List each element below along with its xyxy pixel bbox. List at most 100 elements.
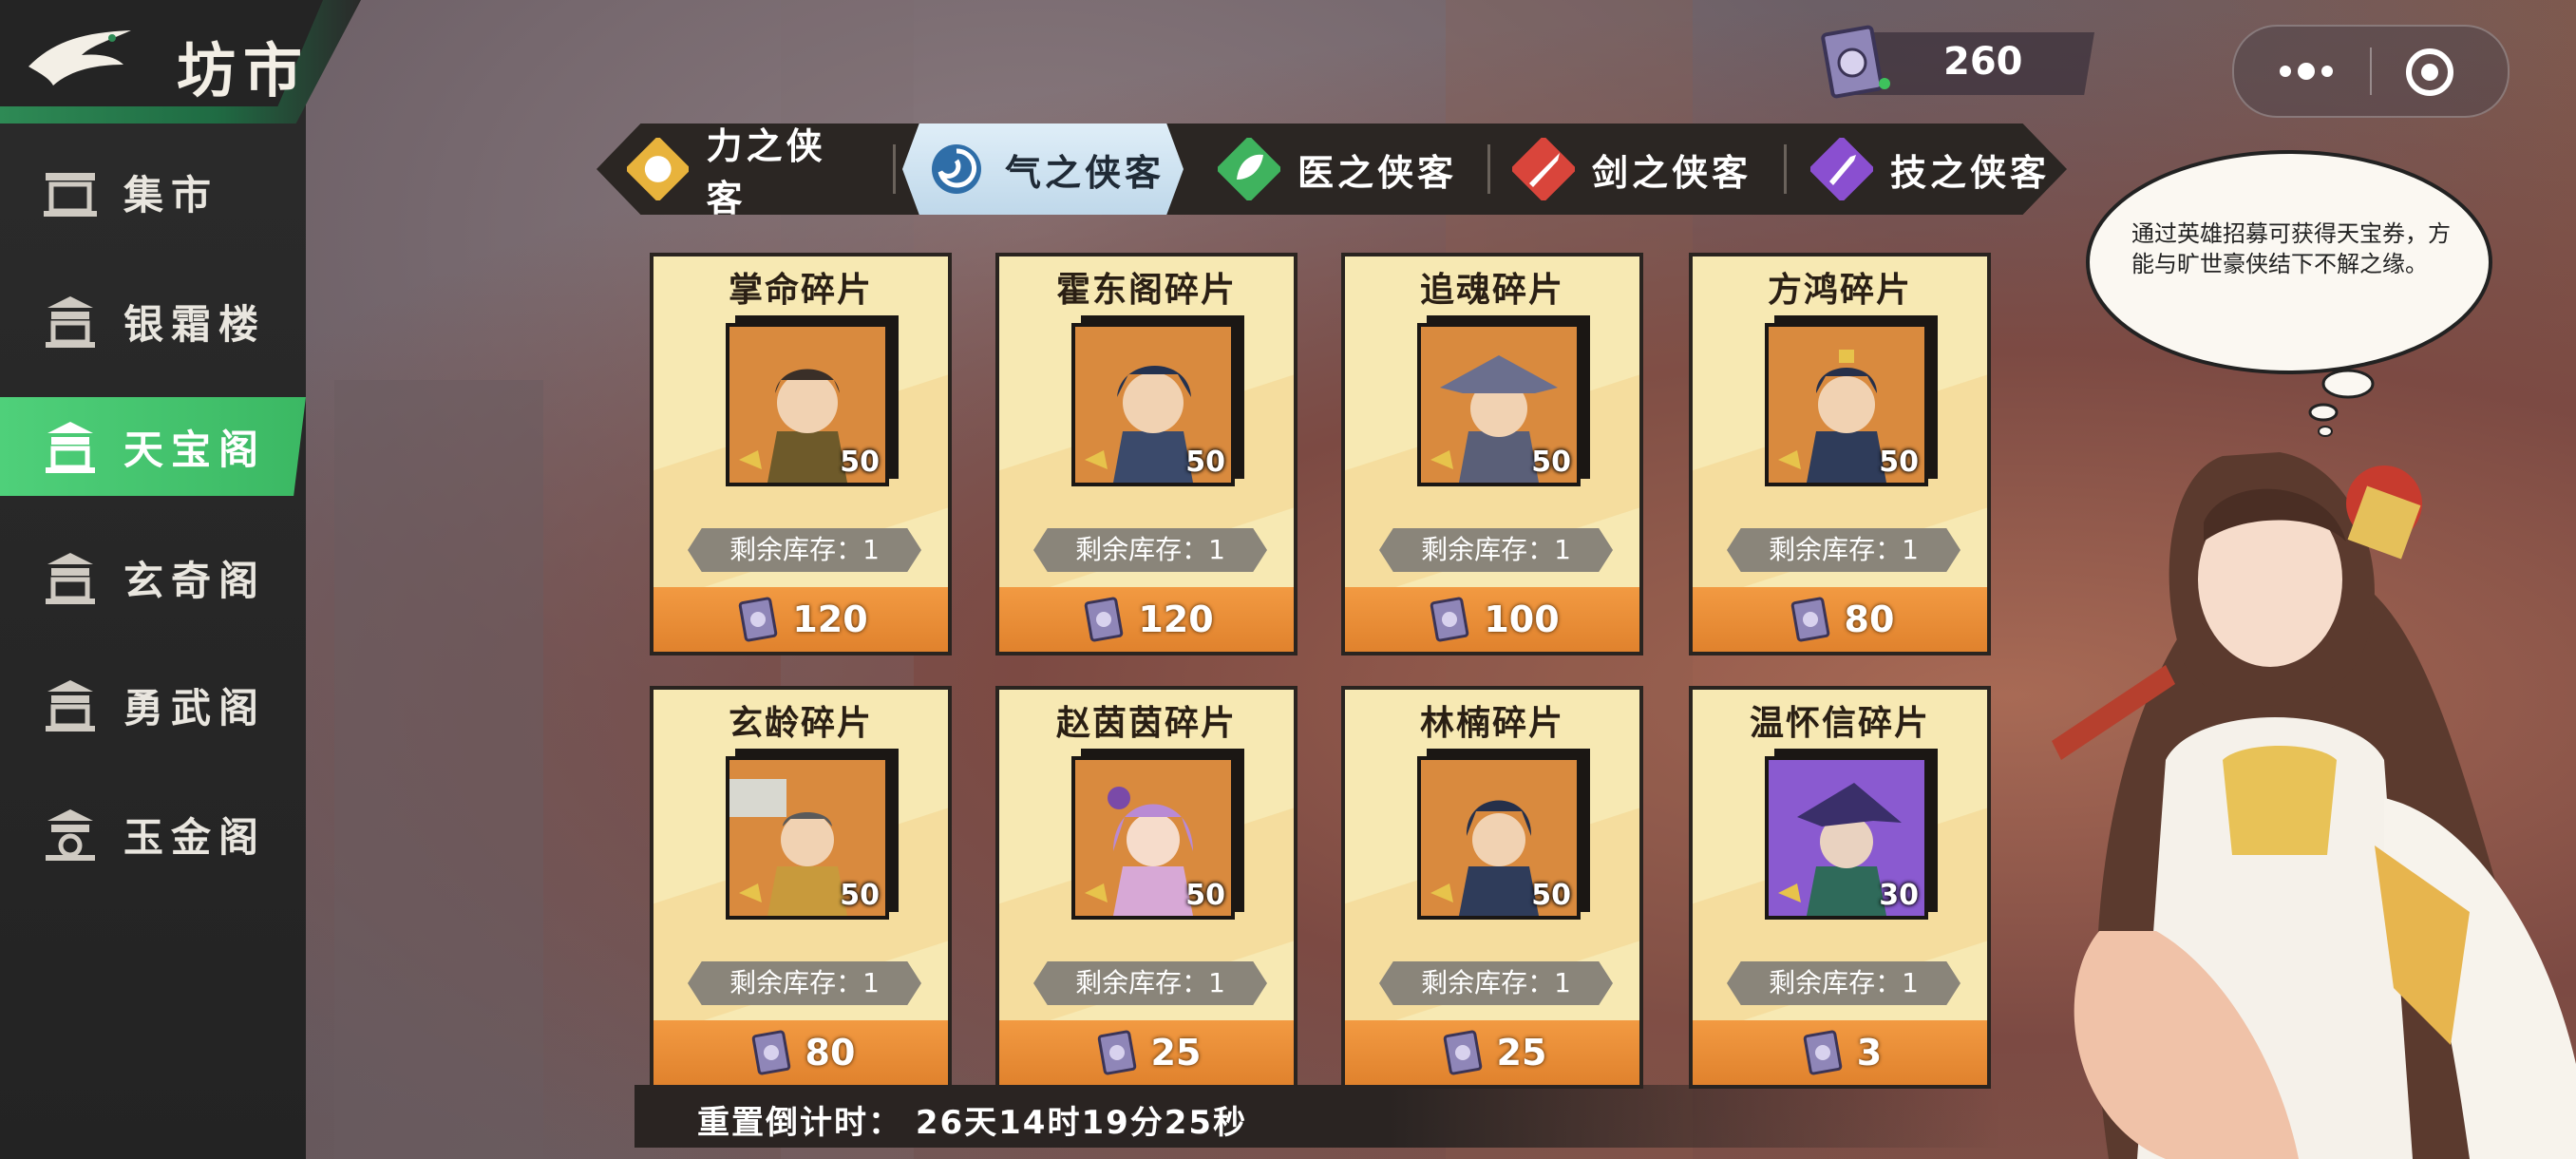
ticket-currency-icon: [1097, 1030, 1136, 1075]
item-name: 玄龄碎片: [728, 704, 873, 743]
hero-portrait: 50: [726, 756, 889, 920]
hero-portrait: 50: [726, 323, 889, 486]
ticket-currency-icon: [1803, 1030, 1843, 1075]
item-name: 林楠碎片: [1419, 704, 1564, 743]
stock-badge: 剩余库存：1: [1379, 961, 1613, 1005]
sidebar-item-label: 玄奇阁: [123, 557, 267, 604]
sidebar-item-label: 玉金阁: [123, 813, 267, 861]
swirl-icon: [932, 144, 981, 194]
fist-icon: [627, 138, 690, 200]
pavilion-icon: [46, 296, 95, 348]
fragment-quantity: 50: [1185, 879, 1225, 912]
leaf-icon: [1218, 138, 1280, 200]
tab-label: 力之侠客: [706, 125, 826, 219]
sidebar-item-label: 勇武阁: [123, 684, 267, 732]
pavilion-icon: [46, 809, 95, 861]
stock-badge: 剩余库存：1: [1379, 528, 1613, 572]
item-name: 掌命碎片: [728, 271, 873, 310]
item-price: 80: [805, 1032, 856, 1074]
stock-badge: 剩余库存：1: [1727, 528, 1960, 572]
item-price: 3: [1856, 1032, 1883, 1074]
tab-label: 技之侠客: [1890, 151, 2051, 194]
treasure-hall-icon: [46, 422, 95, 473]
shopkeeper-character: [2052, 452, 2576, 1159]
sidebar-item-market[interactable]: 集市: [0, 142, 306, 241]
fragment-quantity: 50: [840, 446, 880, 479]
currency-value: 260: [1943, 40, 2023, 84]
stock-badge: 剩余库存：1: [1033, 528, 1267, 572]
shop-item-card[interactable]: 林楠碎片 50 剩余库存：1 25: [1341, 686, 1643, 1089]
tab-label: 剑之侠客: [1592, 151, 1752, 194]
stock-badge: 剩余库存：1: [1727, 961, 1960, 1005]
shop-item-card[interactable]: 追魂碎片 50 剩余库存：1 100: [1341, 253, 1643, 656]
stock-badge: 剩余库存：1: [688, 528, 921, 572]
pavilion-icon: [46, 680, 95, 732]
stock-badge: 剩余库存：1: [688, 961, 921, 1005]
stock-badge: 剩余库存：1: [1033, 961, 1267, 1005]
item-name: 霍东阁碎片: [1055, 271, 1237, 310]
sidebar-item-yongwu[interactable]: 勇武阁: [0, 656, 306, 754]
item-price: 100: [1484, 598, 1560, 640]
shop-item-card[interactable]: 掌命碎片 50 剩余库存：1 120: [650, 253, 952, 656]
hero-portrait: 50: [1417, 323, 1581, 486]
ticket-currency-icon: [751, 1030, 790, 1075]
sidebar-item-label: 集市: [123, 171, 219, 218]
ticket-currency-icon: [739, 597, 778, 642]
sidebar-item-label: 天宝阁: [123, 426, 267, 473]
close-target-icon[interactable]: [2403, 46, 2456, 99]
price-row: 25: [999, 1026, 1294, 1079]
ticket-currency-icon: [1821, 25, 1890, 99]
reset-countdown: 重置倒计时： 26天14时19分25秒: [697, 1104, 1248, 1142]
fragment-quantity: 50: [840, 879, 880, 912]
page-title: 坊市: [177, 36, 311, 105]
ticket-currency-icon: [1430, 597, 1469, 642]
fragment-quantity: 50: [1531, 446, 1571, 479]
hero-portrait: 50: [1071, 323, 1235, 486]
sword-icon: [1512, 138, 1575, 200]
ticket-currency-icon: [1085, 597, 1124, 642]
sidebar-item-yujin[interactable]: 玉金阁: [0, 785, 306, 884]
tab-strength[interactable]: 力之侠客: [627, 124, 864, 219]
sidebar-item-label: 银霜楼: [123, 300, 267, 348]
hero-portrait: 50: [1765, 323, 1928, 486]
item-price: 120: [1138, 598, 1214, 640]
tab-sword[interactable]: 剑之侠客: [1512, 124, 1759, 215]
price-row: 120: [999, 593, 1294, 646]
speech-bubble: [2086, 150, 2492, 437]
sidebar-item-tianbao[interactable]: 天宝阁: [0, 397, 306, 496]
shop-item-card[interactable]: 赵茵茵碎片 50 剩余库存：1 25: [995, 686, 1297, 1089]
tab-medicine[interactable]: 医之侠客: [1218, 124, 1465, 215]
mini-program-capsule: [2232, 25, 2510, 118]
crane-logo-icon: [28, 30, 131, 86]
item-price: 120: [792, 598, 868, 640]
pavilion-icon: [46, 553, 95, 604]
tab-qi[interactable]: 气之侠客: [902, 124, 1184, 215]
tab-technique[interactable]: 技之侠客: [1810, 124, 2057, 215]
item-name: 赵茵茵碎片: [1055, 704, 1237, 743]
hero-portrait: 50: [1417, 756, 1581, 920]
fragment-quantity: 50: [1879, 446, 1919, 479]
ticket-currency-icon: [1443, 1030, 1482, 1075]
sidebar-item-xuanqi[interactable]: 玄奇阁: [0, 528, 306, 627]
market-stall-icon: [44, 173, 97, 217]
price-row: 120: [653, 593, 948, 646]
more-options-icon[interactable]: [2268, 48, 2344, 95]
fragment-quantity: 30: [1879, 879, 1919, 912]
fragment-quantity: 50: [1185, 446, 1225, 479]
tab-label: 医之侠客: [1297, 151, 1458, 194]
sidebar-item-yinshuang[interactable]: 银霜楼: [0, 272, 306, 370]
shop-item-card[interactable]: 玄龄碎片 50 剩余库存：1 80: [650, 686, 952, 1089]
fragment-quantity: 50: [1531, 879, 1571, 912]
price-row: 25: [1345, 1026, 1639, 1079]
npc-dialogue: 通过英雄招募可获得天宝券，方能与旷世豪侠结下不解之缘。: [2131, 220, 2451, 277]
hero-portrait: 50: [1071, 756, 1235, 920]
tab-label: 气之侠客: [1005, 151, 1165, 194]
item-name: 方鸿碎片: [1767, 271, 1912, 310]
item-price: 25: [1150, 1032, 1202, 1074]
item-price: 80: [1844, 598, 1895, 640]
hero-portrait: 30: [1765, 756, 1928, 920]
item-price: 25: [1496, 1032, 1547, 1074]
item-name: 追魂碎片: [1419, 271, 1564, 310]
price-row: 100: [1345, 593, 1639, 646]
shop-item-card[interactable]: 霍东阁碎片 50 剩余库存：1 120: [995, 253, 1297, 656]
